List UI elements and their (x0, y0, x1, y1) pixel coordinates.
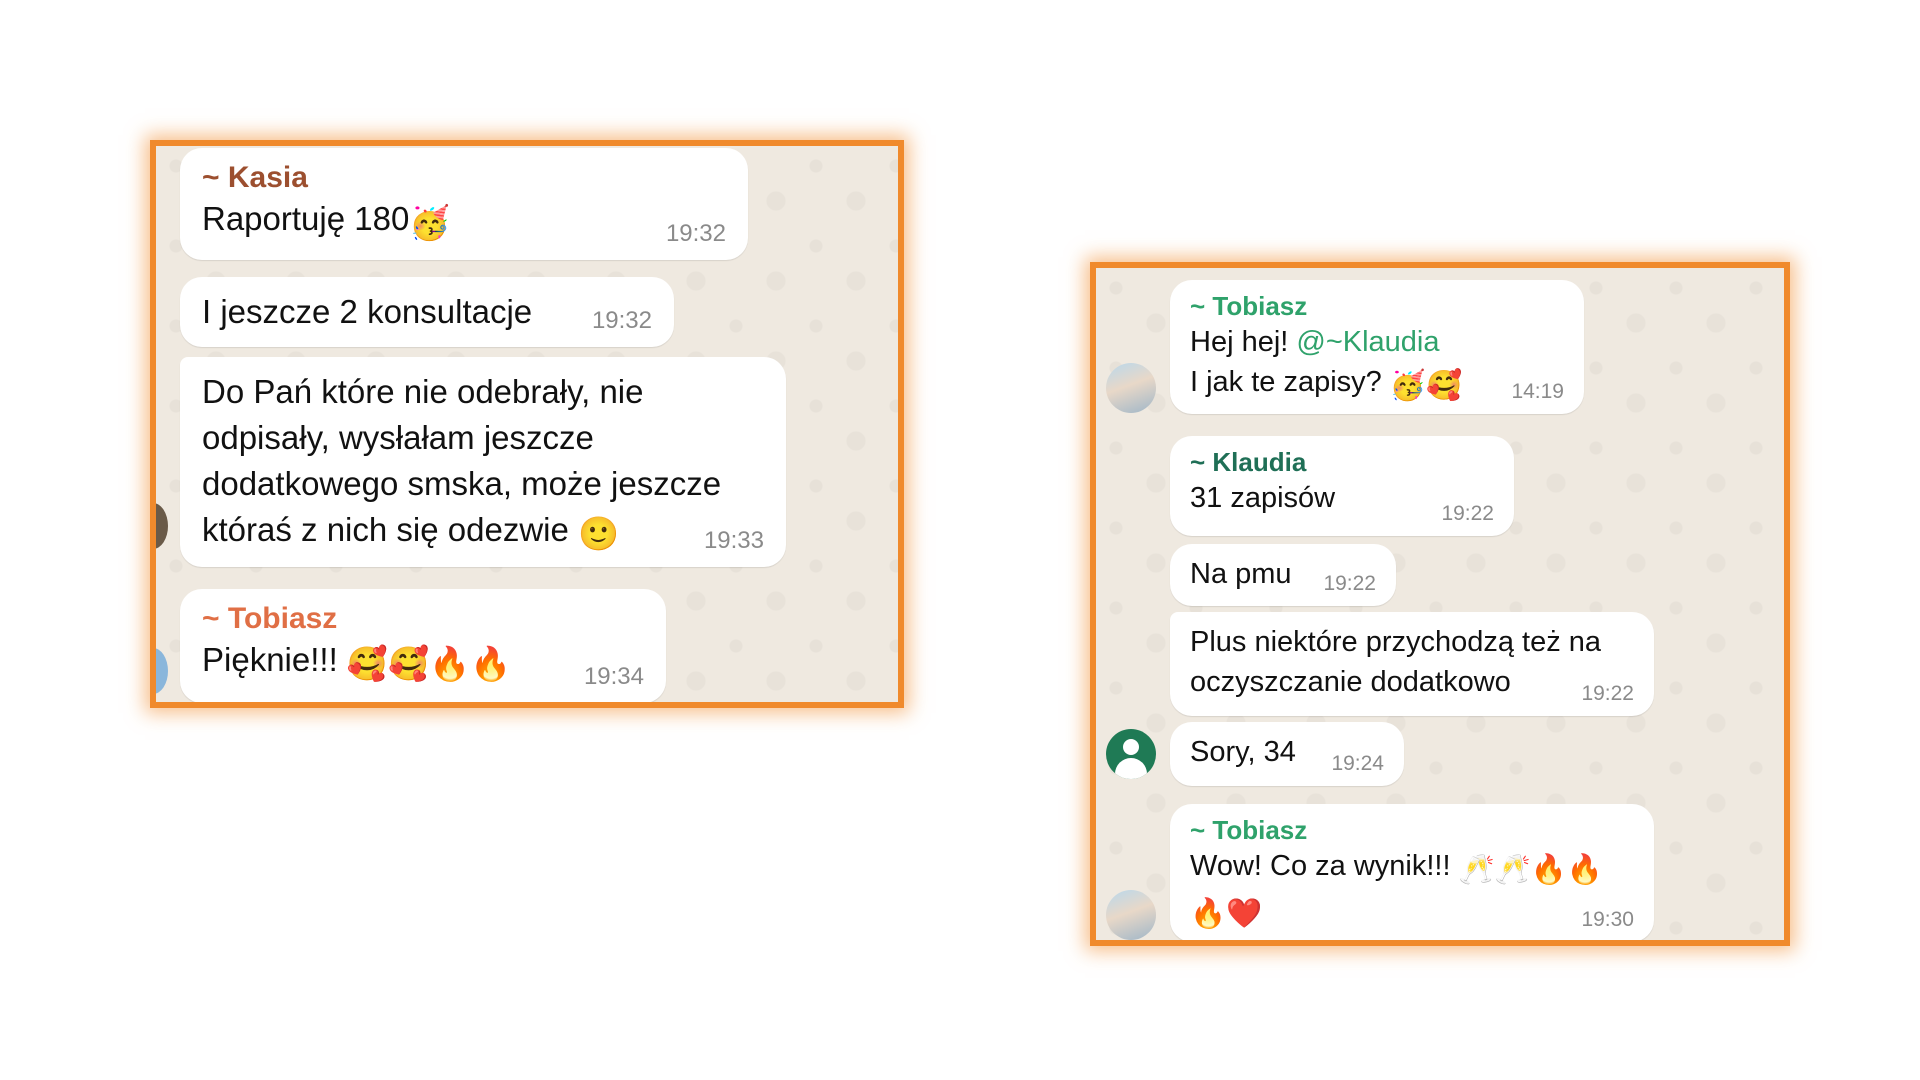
slightly-smiling-face-icon: 🙂 (578, 515, 620, 552)
sender-avatar[interactable] (156, 503, 168, 549)
message-time: 19:22 (1441, 502, 1494, 525)
sender-name: ~ Tobiasz (1190, 291, 1308, 321)
message-text: 🔥❤️ (1190, 890, 1634, 934)
sender-name: ~ Kasia (202, 161, 308, 194)
message-bubble-tobiasz[interactable]: ~ Tobiasz Hej hej! @~Klaudia I jak te za… (1170, 280, 1584, 414)
message-time: 19:22 (1323, 572, 1376, 595)
message-bubble-tobiasz[interactable]: ~ Tobiasz Pięknie!!! 🥰🥰🔥🔥 19:34 (180, 589, 666, 702)
sender-name: ~ Klaudia (1190, 447, 1307, 477)
tobiasz-avatar[interactable] (1106, 890, 1156, 940)
message-time: 19:33 (703, 527, 764, 554)
message-bubble[interactable]: Na pmu 19:22 (1170, 544, 1396, 606)
message-bubble[interactable]: Plus niektóre przychodzą też na oczyszcz… (1170, 612, 1654, 716)
sender-name: ~ Tobiasz (202, 602, 338, 635)
message-time: 19:34 (583, 663, 644, 690)
sender-avatar[interactable] (156, 648, 168, 694)
left-chat-screenshot: ~ Kasia Raportuję 180🥳 19:32 I jeszcze 2… (150, 140, 904, 708)
message-time: 19:24 (1331, 752, 1384, 775)
message-bubble-klaudia[interactable]: ~ Klaudia 31 zapisów 19:22 (1170, 436, 1514, 536)
fire-heart-icons: 🔥❤️ (1190, 898, 1263, 930)
message-text: Hej hej! @~Klaudia (1190, 326, 1440, 358)
message-bubble[interactable]: Sory, 34 19:24 (1170, 722, 1404, 786)
message-text: Raportuję 180🥳 (202, 196, 726, 246)
message-text: Plus niektóre przychodzą też na oczyszcz… (1190, 626, 1602, 698)
message-bubble[interactable]: Do Pań które nie odebrały, nie odpisały,… (180, 357, 786, 567)
message-bubble-tobiasz[interactable]: ~ Tobiasz Wow! Co za wynik!!! 🥂🥂🔥🔥 🔥❤️ 1… (1170, 804, 1654, 940)
message-time: 19:32 (665, 220, 726, 247)
right-chat-screenshot: ~ Tobiasz Hej hej! @~Klaudia I jak te za… (1090, 262, 1790, 946)
message-text: I jeszcze 2 konsultacje (202, 293, 533, 330)
reaction-emoji-icons: 🥳🥰 (1389, 370, 1463, 402)
mention-link[interactable]: @~Klaudia (1296, 326, 1439, 358)
message-time: 19:30 (1581, 908, 1634, 931)
message-time: 14:19 (1511, 380, 1564, 403)
reaction-emoji-icons: 🥂🥂🔥🔥 (1458, 854, 1604, 886)
sender-name: ~ Tobiasz (1190, 815, 1308, 845)
message-text: Do Pań które nie odebrały, nie odpisały,… (202, 369, 764, 557)
party-face-icon: 🥳 (409, 204, 451, 241)
message-text: Wow! Co za wynik!!! 🥂🥂🔥🔥 (1190, 846, 1634, 890)
message-bubble[interactable]: I jeszcze 2 konsultacje 19:32 (180, 277, 674, 347)
message-time: 19:22 (1581, 682, 1634, 705)
default-user-avatar-icon[interactable] (1106, 729, 1156, 779)
reaction-emoji-icons: 🥰🥰🔥🔥 (346, 645, 512, 682)
message-text: Pięknie!!! 🥰🥰🔥🔥 (202, 637, 644, 687)
message-bubble-kasia[interactable]: ~ Kasia Raportuję 180🥳 19:32 (180, 148, 748, 260)
tobiasz-avatar[interactable] (1106, 363, 1156, 413)
message-text: I jak te zapisy? 🥳🥰 (1190, 362, 1564, 406)
message-time: 19:32 (591, 307, 652, 334)
